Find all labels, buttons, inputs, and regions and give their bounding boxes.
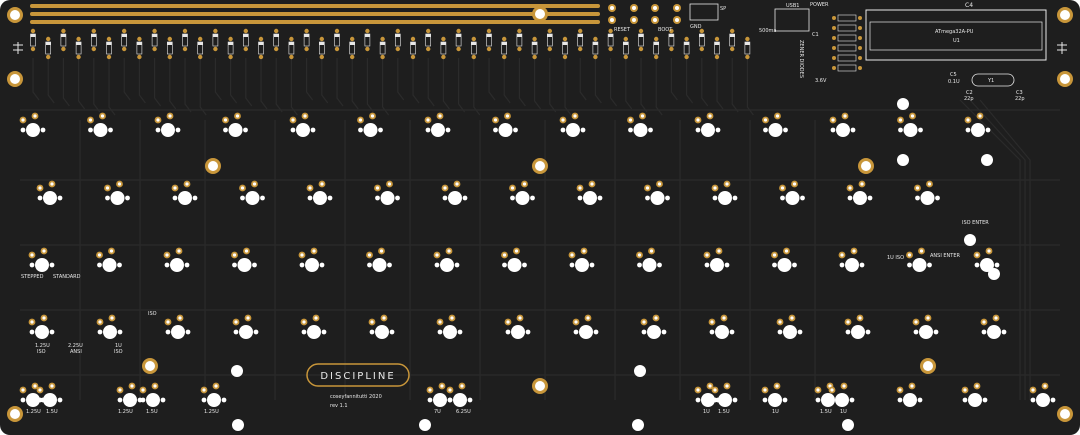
stepped-label: STEPPED — [21, 274, 44, 280]
mounting-hole-icon — [1057, 406, 1073, 422]
sp-label: SP — [720, 6, 726, 12]
br3-u1-label: 1U — [840, 409, 847, 415]
stabilizer-hole — [842, 419, 854, 431]
stabilizer-hole — [419, 419, 431, 431]
bl2-u125-label: 1.25U — [118, 409, 133, 415]
pcb-board: ATmega32A-PU U1 C4 C5 0.1U Y1 C2 22p C3 … — [0, 0, 1080, 435]
gnd-label: GND — [690, 24, 702, 30]
u1-iso-label-2: ISO — [114, 349, 123, 355]
c5-label: C5 — [950, 72, 957, 78]
boot-label: BOOT — [658, 27, 673, 33]
c5-value: 0.1U — [948, 79, 960, 85]
mcu-label: ATmega32A-PU — [935, 29, 974, 35]
y1-label: Y1 — [987, 78, 994, 84]
bl3-u125-label: 1.25U — [204, 409, 219, 415]
board-author: coseyfannitutti 2020 — [330, 394, 382, 400]
mounting-hole-icon — [532, 378, 548, 394]
br-u15-label: 1.5U — [718, 409, 730, 415]
c2-value: 22p — [964, 96, 974, 102]
mounting-hole-icon — [7, 7, 23, 23]
stabilizer-hole — [964, 234, 976, 246]
bl-u15-label: 1.5U — [46, 409, 58, 415]
u7-label: 7U — [434, 409, 441, 415]
top-copper-bars — [30, 4, 600, 24]
c4-label: C4 — [965, 2, 973, 9]
stabilizer-hole — [232, 419, 244, 431]
stabilizer-hole — [981, 154, 993, 166]
br2-u1-label: 1U — [772, 409, 779, 415]
stabilizer-hole — [231, 365, 243, 377]
u1-iso-r-label: 1U ISO — [887, 255, 904, 261]
mcu-ref: U1 — [953, 38, 960, 44]
bl-u125-label: 1.25U — [26, 409, 41, 415]
c3-value: 22p — [1015, 96, 1025, 102]
br3-u15-label: 1.5U — [820, 409, 832, 415]
stabilizer-hole — [988, 268, 1000, 280]
mounting-hole-icon — [205, 158, 221, 174]
board-rev: rev 1.1 — [330, 403, 348, 409]
usb-label: USB1 — [786, 3, 799, 9]
zener-value: 3.6V — [815, 78, 827, 84]
mounting-hole-icon — [920, 358, 936, 374]
mounting-hole-icon — [1057, 71, 1073, 87]
u225-ansi-label-2: ANSI — [70, 349, 82, 355]
reset-label: RESET — [614, 27, 631, 33]
standard-label: STANDARD — [53, 274, 81, 280]
u625-label: 6.25U — [456, 409, 471, 415]
power-label: POWER — [810, 2, 829, 8]
c1-label: C1 — [812, 32, 819, 38]
stabilizer-hole — [897, 98, 909, 110]
zener-label: ZENER DIODES — [798, 40, 804, 78]
mounting-hole-icon — [858, 158, 874, 174]
mounting-hole-icon — [142, 358, 158, 374]
board-substrate — [0, 0, 1080, 435]
iso-enter-label: ISO ENTER — [962, 220, 989, 226]
mounting-hole-icon — [532, 6, 548, 22]
stabilizer-hole — [632, 419, 644, 431]
mounting-hole-icon — [7, 406, 23, 422]
fuse-label: 500ma — [759, 28, 776, 34]
ansi-enter-label: ANSI ENTER — [930, 253, 961, 259]
board-name: DISCIPLINE — [320, 371, 395, 382]
mounting-hole-icon — [532, 158, 548, 174]
stabilizer-hole — [897, 154, 909, 166]
stabilizer-hole — [634, 365, 646, 377]
mounting-hole-icon — [7, 71, 23, 87]
bl2-u15-label: 1.5U — [146, 409, 158, 415]
br-u1-label: 1U — [703, 409, 710, 415]
u125-iso-label-2: ISO — [37, 349, 46, 355]
iso-label: ISO — [148, 311, 157, 317]
mounting-hole-icon — [1057, 7, 1073, 23]
